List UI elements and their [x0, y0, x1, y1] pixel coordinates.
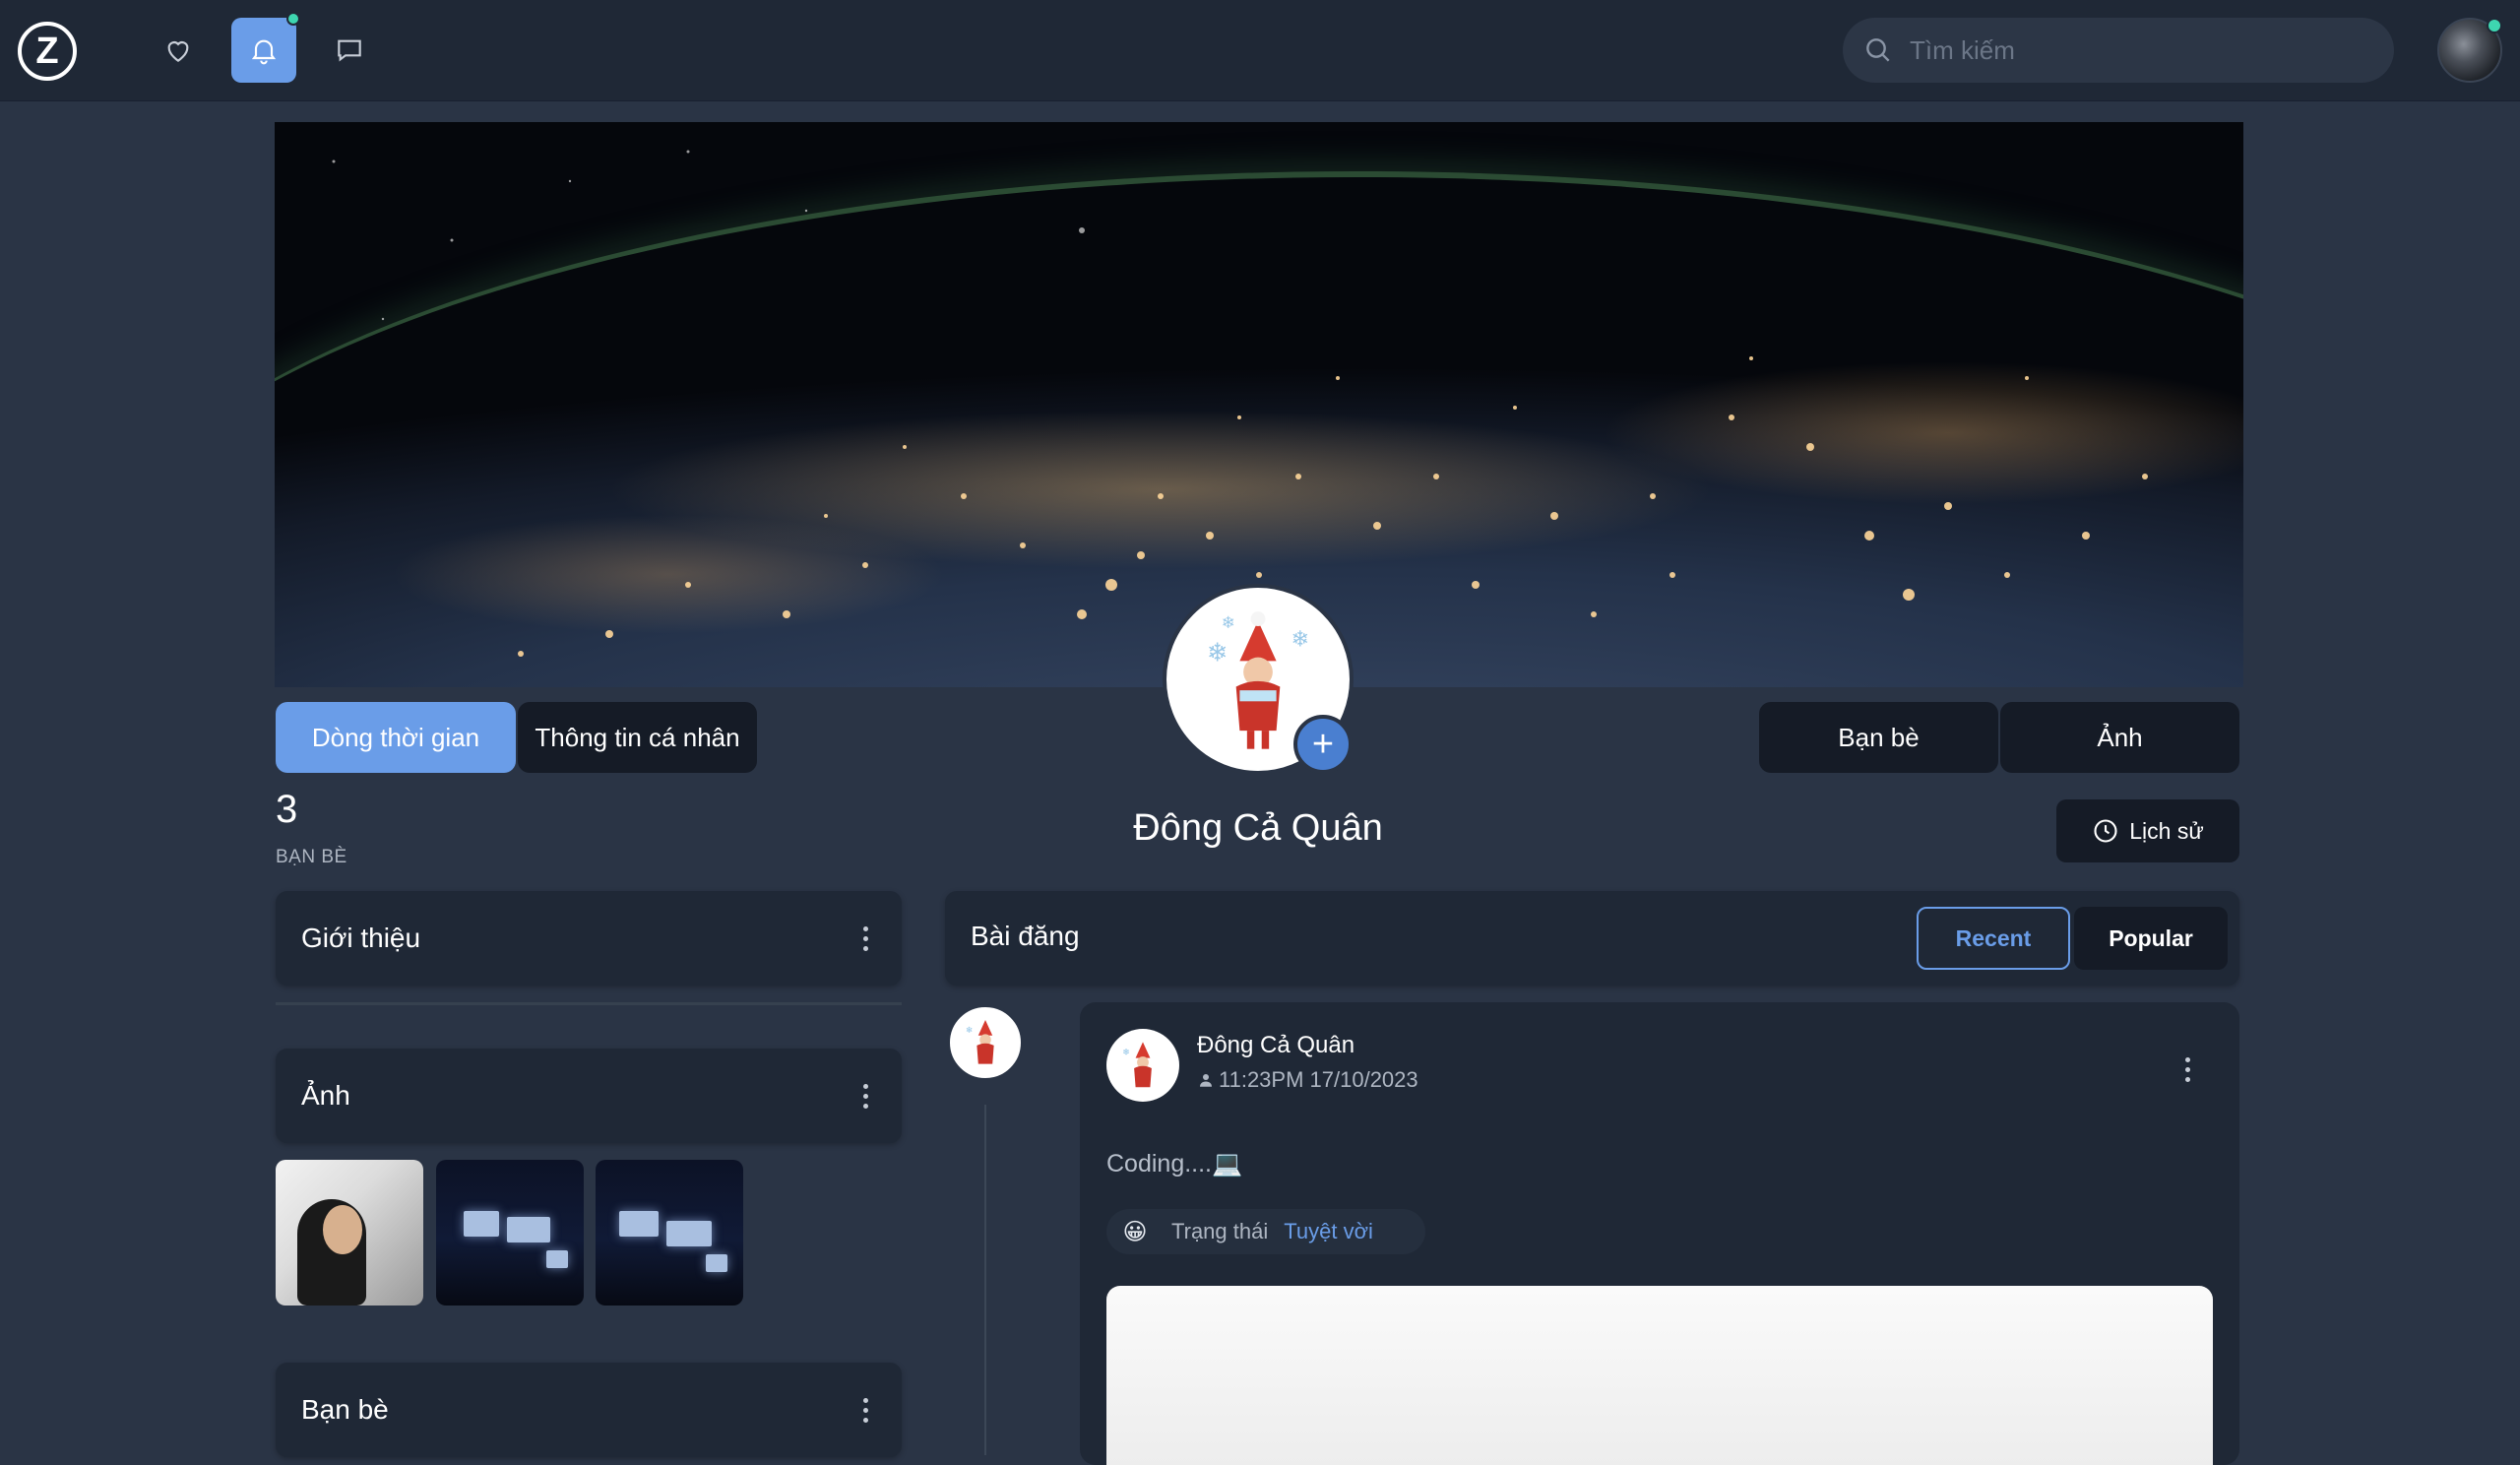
photo-thumbnail[interactable]: [596, 1160, 743, 1306]
friends-count-label: BẠN BÈ: [276, 847, 347, 867]
search-input[interactable]: [1910, 34, 2362, 66]
friends-count: 3: [276, 788, 298, 831]
user-icon: [1200, 1074, 1212, 1087]
friends-card-header: Bạn bè: [276, 1363, 902, 1457]
photos-more-icon[interactable]: [855, 1078, 876, 1115]
add-avatar-button[interactable]: +: [1293, 715, 1353, 774]
friends-title: Bạn bè: [301, 1394, 389, 1425]
messages-button[interactable]: [317, 18, 382, 83]
post-text: Coding....💻: [1106, 1150, 1243, 1178]
posts-header: Bài đăng Recent Popular: [945, 891, 2239, 986]
post-more-icon[interactable]: [2177, 1051, 2198, 1088]
post-timestamp: 11:23PM 17/10/2023: [1219, 1067, 1418, 1092]
post-card: ❄ Đông Cả Quân 11:23PM 17/10/2023 Coding…: [1080, 1002, 2239, 1465]
chat-icon: [338, 39, 361, 62]
tab-timeline[interactable]: Dòng thời gian: [276, 702, 516, 773]
sort-popular-button[interactable]: Popular: [2074, 907, 2228, 970]
photos-title: Ảnh: [301, 1080, 350, 1111]
search-bar[interactable]: [1843, 18, 2394, 83]
character-avatar-image: ❄: [1122, 1042, 1152, 1088]
intro-card-header: Giới thiệu: [276, 891, 902, 986]
svg-text:❄: ❄: [1222, 612, 1235, 632]
top-navigation-bar: Z: [0, 0, 2520, 101]
profile-name: Đông Cả Quân: [1133, 807, 1383, 849]
favorites-button[interactable]: [146, 18, 211, 83]
post-meta: 11:23PM 17/10/2023: [1197, 1067, 1418, 1093]
tab-photos[interactable]: Ảnh: [2000, 702, 2239, 773]
heart-icon: [167, 41, 189, 62]
photo-thumbnail[interactable]: [276, 1160, 423, 1306]
character-avatar-image: ❄: [966, 1019, 994, 1064]
svg-text:❄: ❄: [1207, 638, 1228, 668]
post-status-chip: 😀 Trạng thái Tuyệt vời: [1106, 1209, 1425, 1254]
intro-title: Giới thiệu: [301, 923, 421, 953]
photos-card-header: Ảnh: [276, 1049, 902, 1143]
svg-text:❄: ❄: [1291, 627, 1309, 653]
post-image[interactable]: [1106, 1286, 2213, 1465]
history-button[interactable]: Lịch sử: [2056, 799, 2239, 862]
bell-icon: [251, 39, 277, 65]
posts-title: Bài đăng: [971, 921, 1080, 951]
app-logo[interactable]: Z: [18, 22, 77, 81]
status-label: Trạng thái: [1171, 1219, 1269, 1243]
notification-dot: [286, 12, 300, 26]
post-author-name[interactable]: Đông Cả Quân: [1197, 1032, 1354, 1059]
post-author-avatar[interactable]: ❄: [1106, 1029, 1179, 1102]
search-icon: [1866, 38, 1890, 62]
notifications-button[interactable]: [231, 12, 300, 83]
smile-emoji-icon: 😀: [1122, 1218, 1148, 1245]
section-divider: [276, 1002, 902, 1005]
svg-text:❄: ❄: [966, 1026, 973, 1036]
history-label: Lịch sử: [2129, 817, 2204, 844]
photo-thumbnail[interactable]: [436, 1160, 584, 1306]
intro-more-icon[interactable]: [855, 921, 876, 957]
tab-friends[interactable]: Bạn bè: [1759, 702, 1998, 773]
user-avatar[interactable]: [2437, 18, 2502, 83]
online-status-dot: [2487, 18, 2502, 33]
tab-personal-info[interactable]: Thông tin cá nhân: [518, 702, 757, 773]
timeline-line: [984, 1105, 986, 1455]
status-value: Tuyệt vời: [1284, 1219, 1373, 1243]
clock-icon: [2094, 819, 2117, 843]
friends-more-icon[interactable]: [855, 1392, 876, 1429]
sort-recent-button[interactable]: Recent: [1917, 907, 2070, 970]
timeline-avatar[interactable]: ❄: [947, 1004, 1024, 1081]
svg-text:❄: ❄: [1122, 1049, 1129, 1058]
